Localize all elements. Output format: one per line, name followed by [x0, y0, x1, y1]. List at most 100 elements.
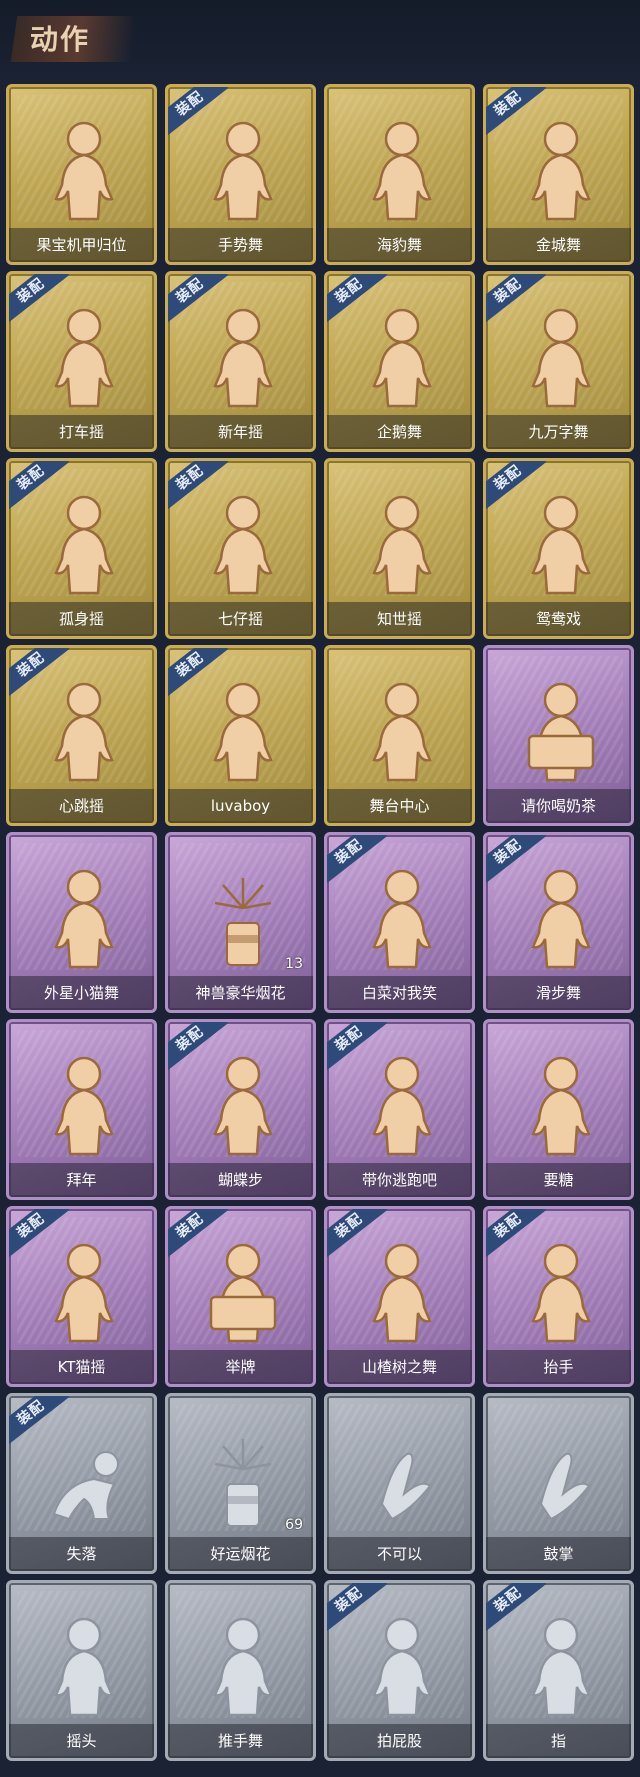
emote-card[interactable]: 装配 滑步舞	[483, 832, 634, 1013]
emote-name: 白菜对我笑	[327, 976, 472, 1010]
dance-pose-icon	[511, 302, 611, 412]
dance-pose-icon	[34, 302, 134, 412]
emote-name: 鸳鸯戏	[486, 602, 631, 636]
emote-name: 九万字舞	[486, 415, 631, 449]
item-count: 13	[285, 956, 303, 972]
emote-card[interactable]: 装配 KT猫摇	[6, 1206, 157, 1387]
emote-card[interactable]: 装配请你喝奶茶	[483, 645, 634, 826]
emote-card[interactable]: 装配13神兽豪华烟花	[165, 832, 316, 1013]
emote-name: 企鹅舞	[327, 415, 472, 449]
emote-card[interactable]: 装配 新年摇	[165, 271, 316, 452]
emote-card[interactable]: 装配 luvaboy	[165, 645, 316, 826]
emote-name: 外星小猫舞	[9, 976, 154, 1010]
emote-name: 鼓掌	[486, 1537, 631, 1571]
emote-card[interactable]: 装配推手舞	[165, 1580, 316, 1761]
emote-name: 不可以	[327, 1537, 472, 1571]
emote-card[interactable]: 装配 鸳鸯戏	[483, 458, 634, 639]
page-title: 动作	[30, 23, 91, 56]
dance-pose-icon	[34, 489, 134, 599]
emote-name: 孤身摇	[9, 602, 154, 636]
dance-pose-icon	[193, 302, 293, 412]
emote-card[interactable]: 装配 失落	[6, 1393, 157, 1574]
emote-name: 打车摇	[9, 415, 154, 449]
dance-pose-icon	[34, 676, 134, 786]
emote-card[interactable]: 装配 蝴蝶步	[165, 1019, 316, 1200]
emote-card[interactable]: 装配 孤身摇	[6, 458, 157, 639]
emote-card[interactable]: 装配 金城舞	[483, 84, 634, 265]
emote-name: 知世摇	[327, 602, 472, 636]
dance-pose-icon	[34, 1611, 134, 1721]
dance-pose-icon	[193, 676, 293, 786]
emote-card[interactable]: 装配知世摇	[324, 458, 475, 639]
finger-wag-icon	[352, 1424, 452, 1534]
pointing-pose-icon	[511, 1611, 611, 1721]
emote-name: 举牌	[168, 1350, 313, 1384]
header: 动作	[0, 0, 640, 76]
emote-card[interactable]: 装配 山楂树之舞	[324, 1206, 475, 1387]
dance-pose-icon	[511, 489, 611, 599]
clapping-hands-icon	[511, 1424, 611, 1534]
emote-name: 舞台中心	[327, 789, 472, 823]
emote-card[interactable]: 装配海豹舞	[324, 84, 475, 265]
emote-name: 海豹舞	[327, 228, 472, 262]
emote-card[interactable]: 装配 企鹅舞	[324, 271, 475, 452]
emote-name: 神兽豪华烟花	[168, 976, 313, 1010]
emote-card[interactable]: 装配外星小猫舞	[6, 832, 157, 1013]
emote-name: 蝴蝶步	[168, 1163, 313, 1197]
emote-name: 拍屁股	[327, 1724, 472, 1758]
emote-card[interactable]: 装配要糖	[483, 1019, 634, 1200]
emote-name: 心跳摇	[9, 789, 154, 823]
emote-name: 金城舞	[486, 228, 631, 262]
emote-name: 指	[486, 1724, 631, 1758]
emote-card[interactable]: 装配 手势舞	[165, 84, 316, 265]
emote-card[interactable]: 装配指	[483, 1580, 634, 1761]
emote-name: 要糖	[486, 1163, 631, 1197]
emote-card[interactable]: 装配鼓掌	[483, 1393, 634, 1574]
firework-can-icon	[193, 1424, 293, 1534]
emote-card[interactable]: 装配 九万字舞	[483, 271, 634, 452]
emote-name: 手势舞	[168, 228, 313, 262]
emote-name: 推手舞	[168, 1724, 313, 1758]
emote-name: 请你喝奶茶	[486, 789, 631, 823]
emote-card[interactable]: 装配 心跳摇	[6, 645, 157, 826]
emote-name: 新年摇	[168, 415, 313, 449]
sign-holding-icon	[511, 676, 611, 786]
dance-pose-icon	[352, 115, 452, 225]
dance-pose-icon	[193, 1050, 293, 1160]
emote-card[interactable]: 装配 抬手	[483, 1206, 634, 1387]
emote-card[interactable]: 装配 拍屁股	[324, 1580, 475, 1761]
emote-name: 好运烟花	[168, 1537, 313, 1571]
emote-card[interactable]: 装配 举牌	[165, 1206, 316, 1387]
crawling-pose-icon	[34, 1424, 134, 1534]
dance-pose-icon	[511, 1237, 611, 1347]
dance-pose-icon	[352, 302, 452, 412]
sign-holding-icon	[193, 1237, 293, 1347]
item-count: 69	[285, 1517, 303, 1533]
emote-name: 失落	[9, 1537, 154, 1571]
dance-pose-icon	[34, 863, 134, 973]
emote-card[interactable]: 装配69好运烟花	[165, 1393, 316, 1574]
emote-card[interactable]: 装配拜年	[6, 1019, 157, 1200]
dance-pose-icon	[352, 1237, 452, 1347]
emote-card[interactable]: 装配 白菜对我笑	[324, 832, 475, 1013]
emote-name: KT猫摇	[9, 1350, 154, 1384]
dance-pose-icon	[511, 1050, 611, 1160]
emote-name: 果宝机甲归位	[9, 228, 154, 262]
emote-card[interactable]: 装配舞台中心	[324, 645, 475, 826]
fireworks-icon	[193, 863, 293, 973]
emote-name: 滑步舞	[486, 976, 631, 1010]
emote-card[interactable]: 装配 带你逃跑吧	[324, 1019, 475, 1200]
emote-name: luvaboy	[168, 789, 313, 823]
emote-card[interactable]: 装配 七仔摇	[165, 458, 316, 639]
emote-name: 抬手	[486, 1350, 631, 1384]
emote-card[interactable]: 装配不可以	[324, 1393, 475, 1574]
dance-pose-icon	[352, 863, 452, 973]
dance-pose-icon	[352, 1050, 452, 1160]
emote-card[interactable]: 装配摇头	[6, 1580, 157, 1761]
dance-pose-icon	[193, 1611, 293, 1721]
dance-pose-icon	[193, 115, 293, 225]
emote-card[interactable]: 装配果宝机甲归位	[6, 84, 157, 265]
emote-name: 七仔摇	[168, 602, 313, 636]
dance-pose-icon	[193, 489, 293, 599]
emote-card[interactable]: 装配 打车摇	[6, 271, 157, 452]
